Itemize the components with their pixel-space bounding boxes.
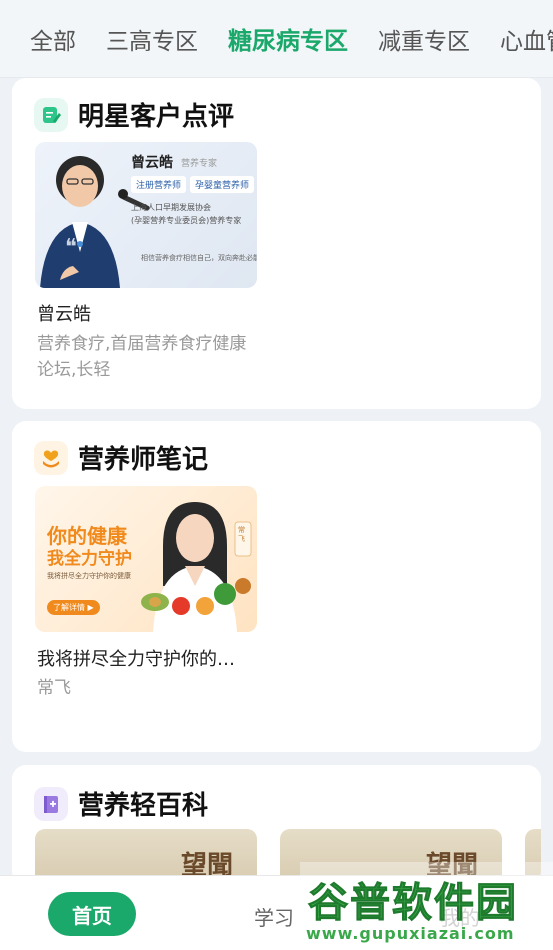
heart-hand-icon [34,440,68,475]
review-description: 营养食疗,首届营养食疗健康论坛,长轻 [37,334,247,380]
review-thumbnail[interactable]: ❝ 曾云皓 营养专家 注册营养师 孕婴童营养师 上海人口早期发展协会 (孕婴营养… [35,142,257,288]
tab-all[interactable]: 全部 [30,22,76,56]
tab-diabetes[interactable]: 糖尿病专区 [228,21,348,56]
book-plus-icon [34,786,68,821]
review-name: 曾云皓 [37,304,91,325]
nav-home-button[interactable]: 首页 [48,892,136,936]
watermark-url: www.gupuxiazai.com [306,924,515,943]
encyclopedia-header: 营养轻百科 [34,785,208,822]
tab-three-highs[interactable]: 三高专区 [106,22,198,56]
encyclopedia-title: 营养轻百科 [78,791,209,821]
notes-card: 营养师笔记 你的健康 我全力守护 我将拼尽全力守护你的健康 了解详情 ▶ 常飞 … [12,421,541,752]
review-thumb-tag-1: 注册营养师 [131,176,187,193]
nav-learn-button[interactable]: 学习 [254,902,294,931]
reviews-title: 明星客户点评 [78,102,235,132]
watermark-title: 谷普软件园 [308,880,518,927]
review-thumb-org-1: 上海人口早期发展协会 [131,203,211,212]
nutritionist-illustration [141,502,252,632]
reviews-card: 明星客户点评 ❝ 曾云皓 营养专家 注册营养师 孕婴童营养师 上海人口早期发展协… [12,78,541,409]
review-thumb-name: 曾云皓 [131,155,173,171]
note-author: 常飞 [37,678,71,698]
note-title: 我将拼尽全力守护你的… [37,649,235,670]
review-thumb-tag-2: 孕婴童营养师 [190,176,255,193]
notes-thumbnail[interactable]: 你的健康 我全力守护 我将拼尽全力守护你的健康 了解详情 ▶ 常飞 [35,486,257,632]
notes-header: 营养师笔记 [34,439,208,476]
tab-cardiovascular[interactable]: 心血管专区 [500,22,553,56]
watermark: 谷普软件园 www.gupuxiazai.com [300,862,553,950]
banner-badge: 常飞 [238,526,245,543]
review-thumb-org-2: (孕婴营养专业委员会)营养专家 [131,216,242,225]
review-thumb-quote: 相信营养食疗相信自己，双向奔赴必能成 [141,254,257,262]
review-thumb-role: 营养专家 [181,159,218,169]
svg-text:❝: ❝ [65,235,77,260]
notes-title: 营养师笔记 [78,445,209,475]
edit-note-icon [34,97,68,132]
reviews-header: 明星客户点评 [34,96,234,133]
tab-weight-loss[interactable]: 减重专区 [378,22,470,56]
category-tabs: 全部 三高专区 糖尿病专区 减重专区 心血管专区 [0,0,553,78]
